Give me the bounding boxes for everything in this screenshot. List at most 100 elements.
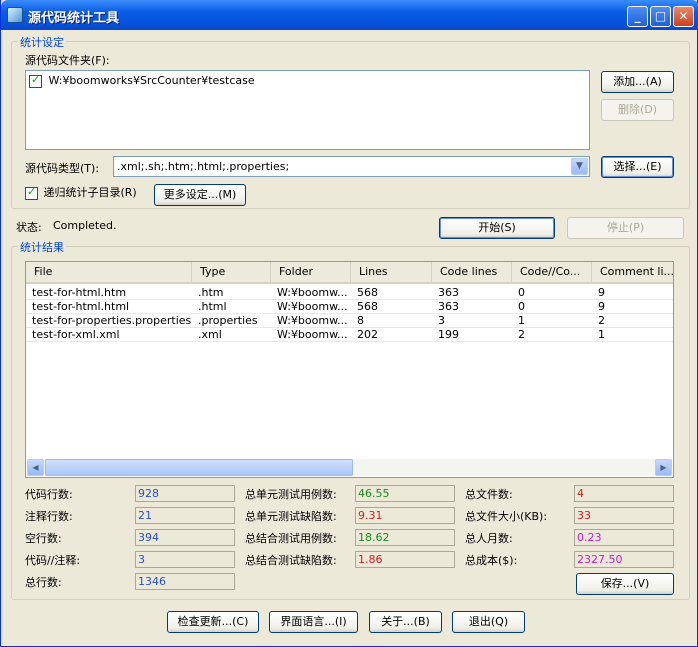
- cell-folder: W:¥boomw...: [277, 328, 348, 341]
- total-size-value: 33: [574, 507, 674, 524]
- save-button[interactable]: 保存...(V): [576, 573, 674, 595]
- column-header-file[interactable]: File: [26, 262, 192, 282]
- about-button[interactable]: 关于...(B): [369, 611, 442, 633]
- more-settings-button[interactable]: 更多设定...(M): [154, 184, 246, 206]
- cell-folder: W:¥boomw...: [277, 300, 348, 313]
- cell-code-comment: 0: [518, 300, 525, 313]
- cell-code-comment: 1: [518, 314, 525, 327]
- table-row[interactable]: test-for-html.htm .htm W:¥boomw... 568 3…: [26, 286, 673, 300]
- column-header-code-comment[interactable]: Code//Co...: [512, 262, 592, 282]
- cell-folder: W:¥boomw...: [277, 314, 348, 327]
- maximize-button[interactable]: □: [650, 6, 671, 27]
- column-header-comment-lines[interactable]: Comment li...: [592, 262, 673, 282]
- unit-test-defects-label: 总单元测试缺陷数:: [245, 510, 337, 523]
- chevron-down-icon[interactable]: ▼: [571, 158, 588, 175]
- source-type-label: 源代码类型(T):: [25, 162, 100, 175]
- source-folder-label: 源代码文件夹(F):: [25, 54, 110, 67]
- cell-code-comment: 0: [518, 286, 525, 299]
- close-button[interactable]: ✕: [673, 6, 694, 27]
- comment-lines-label: 注释行数:: [25, 510, 73, 523]
- folder-list-item[interactable]: W:¥boomworks¥SrcCounter¥testcase: [29, 73, 255, 88]
- cell-comment-lines: 9: [598, 300, 605, 313]
- app-icon: [7, 7, 23, 23]
- cell-file: test-for-properties.properties: [32, 314, 192, 327]
- close-icon: ✕: [678, 9, 689, 23]
- title-bar[interactable]: 源代码统计工具 _ □ ✕: [1, 0, 698, 30]
- cell-file: test-for-html.html: [32, 300, 130, 313]
- cell-type: .xml: [198, 328, 222, 341]
- cell-lines: 202: [357, 328, 378, 341]
- stop-button[interactable]: 停止(P): [567, 217, 684, 239]
- integration-test-cases-label: 总结合测试用例数:: [245, 532, 337, 545]
- total-files-label: 总文件数:: [465, 488, 513, 501]
- cell-code-lines: 363: [438, 300, 459, 313]
- cell-lines: 8: [357, 314, 364, 327]
- folder-path: W:¥boomworks¥SrcCounter¥testcase: [48, 74, 255, 87]
- cell-file: test-for-html.htm: [32, 286, 127, 299]
- integration-test-cases-value: 18.62: [355, 529, 455, 546]
- man-month-label: 总人月数:: [465, 532, 513, 545]
- table-row[interactable]: test-for-properties.properties .properti…: [26, 314, 673, 328]
- scrollbar-thumb[interactable]: [45, 459, 353, 476]
- unit-test-cases-label: 总单元测试用例数:: [245, 488, 337, 501]
- minimize-button[interactable]: _: [627, 6, 648, 27]
- horizontal-scrollbar[interactable]: ◀ ▶: [27, 459, 672, 476]
- cell-code-lines: 363: [438, 286, 459, 299]
- recursive-checkbox[interactable]: [25, 185, 38, 200]
- column-header-lines[interactable]: Lines: [351, 262, 432, 282]
- language-button[interactable]: 界面语言...(I): [269, 611, 358, 633]
- start-button[interactable]: 开始(S): [439, 217, 555, 239]
- cell-type: .properties: [198, 314, 258, 327]
- results-group-label: 统计结果: [18, 239, 66, 255]
- total-lines-value: 1346: [135, 573, 235, 590]
- code-lines-label: 代码行数:: [25, 488, 73, 501]
- cell-code-lines: 199: [438, 328, 459, 341]
- table-row[interactable]: test-for-html.html .html W:¥boomw... 568…: [26, 300, 673, 314]
- total-cost-value: 2327.50: [574, 551, 674, 568]
- cell-type: .html: [198, 300, 227, 313]
- blank-lines-label: 空行数:: [25, 532, 62, 545]
- check-update-button[interactable]: 检查更新...(C): [167, 611, 259, 633]
- window-title: 源代码统计工具: [28, 11, 120, 26]
- unit-test-cases-value: 46.55: [355, 485, 455, 502]
- total-size-label: 总文件大小(KB):: [465, 510, 548, 523]
- column-header-folder[interactable]: Folder: [271, 262, 351, 282]
- total-lines-label: 总行数:: [25, 576, 62, 589]
- cell-comment-lines: 9: [598, 286, 605, 299]
- scroll-right-icon[interactable]: ▶: [655, 459, 672, 476]
- delete-folder-button[interactable]: 删除(D): [601, 99, 674, 121]
- unit-test-defects-value: 9.31: [355, 507, 455, 524]
- recursive-label: 递归统计子目录(R): [43, 186, 137, 199]
- exit-button[interactable]: 退出(Q): [452, 611, 525, 633]
- recursive-option[interactable]: 递归统计子目录(R): [25, 184, 137, 200]
- man-month-value: 0.23: [574, 529, 674, 546]
- cell-type: .htm: [198, 286, 224, 299]
- table-row[interactable]: test-for-xml.xml .xml W:¥boomw... 202 19…: [26, 328, 673, 342]
- results-table[interactable]: File Type Folder Lines Code lines Code//…: [25, 261, 674, 478]
- table-header: File Type Folder Lines Code lines Code//…: [26, 262, 673, 284]
- minimize-icon: _: [634, 9, 641, 23]
- status-value: Completed.: [53, 219, 117, 232]
- scroll-left-icon[interactable]: ◀: [27, 459, 44, 476]
- cell-lines: 568: [357, 300, 378, 313]
- column-header-type[interactable]: Type: [192, 262, 271, 282]
- total-cost-label: 总成本($):: [465, 554, 518, 567]
- source-type-combo[interactable]: .xml;.sh;.htm;.html;.properties; ▼: [113, 156, 590, 177]
- main-window: 源代码统计工具 _ □ ✕ 统计设定 源代码文件夹(F): W:¥boomwor…: [0, 0, 698, 647]
- cell-comment-lines: 2: [598, 314, 605, 327]
- total-files-value: 4: [574, 485, 674, 502]
- cell-folder: W:¥boomw...: [277, 286, 348, 299]
- cell-comment-lines: 1: [598, 328, 605, 341]
- add-folder-button[interactable]: 添加...(A): [601, 71, 674, 93]
- source-folder-list[interactable]: W:¥boomworks¥SrcCounter¥testcase: [25, 70, 590, 150]
- integration-test-defects-value: 1.86: [355, 551, 455, 568]
- settings-group-label: 统计设定: [18, 34, 66, 50]
- cell-file: test-for-xml.xml: [32, 328, 120, 341]
- select-type-button[interactable]: 选择...(E): [601, 156, 674, 178]
- code-comment-ratio-label: 代码//注释:: [25, 554, 81, 567]
- column-header-code-lines[interactable]: Code lines: [432, 262, 512, 282]
- code-comment-ratio-value: 3: [135, 551, 235, 568]
- integration-test-defects-label: 总结合测试缺陷数:: [245, 554, 337, 567]
- folder-checkbox[interactable]: [29, 73, 42, 88]
- status-label: 状态:: [16, 221, 42, 234]
